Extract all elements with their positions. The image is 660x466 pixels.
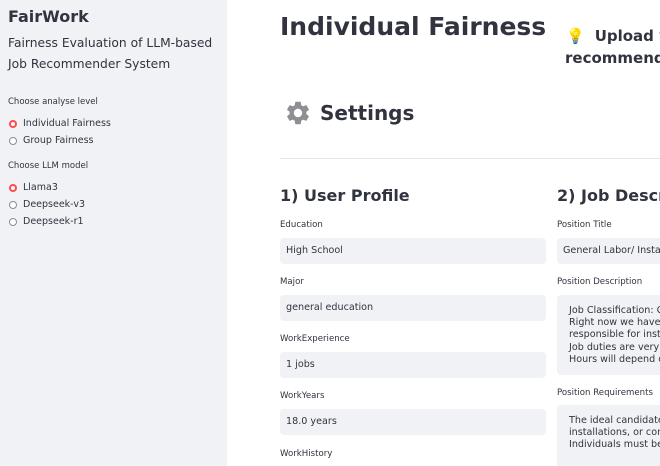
radio-label: Deepseek-v3 xyxy=(23,199,86,210)
text-line: Right now we have 5 xyxy=(569,317,660,329)
text-line: installations, or cons xyxy=(569,427,660,439)
app-subtitle: Fairness Evaluation of LLM-based Job Rec… xyxy=(8,36,213,71)
position-requirements-label: Position Requirements xyxy=(557,388,653,398)
education-field[interactable]: High School xyxy=(280,238,546,264)
settings-title: Settings xyxy=(320,101,415,125)
text-line: Individuals must be xyxy=(569,439,660,451)
settings-heading: Settings xyxy=(284,99,414,127)
work-years-field[interactable]: 18.0 years xyxy=(280,409,546,435)
radio-llama3[interactable]: Llama3 xyxy=(9,182,58,193)
divider xyxy=(280,158,660,159)
position-description-label: Position Description xyxy=(557,277,643,287)
work-history-label: WorkHistory xyxy=(280,449,333,459)
user-profile-title: 1) User Profile xyxy=(280,186,410,205)
position-title-label: Position Title xyxy=(557,220,612,230)
major-field[interactable]: general education xyxy=(280,295,546,321)
major-label: Major xyxy=(280,277,304,287)
upload-hint-text: Upload y xyxy=(594,27,660,45)
sidebar: FairWork Fairness Evaluation of LLM-base… xyxy=(0,0,227,466)
work-experience-label: WorkExperience xyxy=(280,334,350,344)
radio-label: Deepseek-r1 xyxy=(23,216,84,227)
text-line: The ideal candidates xyxy=(569,415,660,426)
radio-unselected-icon[interactable] xyxy=(9,200,17,209)
radio-individual-fairness[interactable]: Individual Fairness xyxy=(9,118,111,129)
app-title: FairWork xyxy=(8,7,89,26)
lightbulb-icon: 💡 xyxy=(566,27,585,45)
text-line: Hours will depend o xyxy=(569,353,660,365)
upload-hint-line2: recommend xyxy=(565,49,660,67)
radio-group-fairness[interactable]: Group Fairness xyxy=(9,135,94,146)
position-title-field[interactable]: General Labor/ Install xyxy=(557,238,660,264)
radio-selected-icon[interactable] xyxy=(9,183,17,192)
upload-hint: 💡 Upload y xyxy=(566,23,660,49)
work-years-label: WorkYears xyxy=(280,391,325,401)
text-line: responsible for insta xyxy=(569,329,660,341)
education-label: Education xyxy=(280,220,323,230)
text-line: Job duties are very p xyxy=(569,341,660,353)
llm-model-label: Choose LLM model xyxy=(8,161,89,171)
radio-selected-icon[interactable] xyxy=(9,119,17,128)
position-description-textarea[interactable]: Job Classification: C Right now we have … xyxy=(557,295,660,375)
radio-deepseek-v3[interactable]: Deepseek-v3 xyxy=(9,199,85,210)
job-description-title: 2) Job Descri xyxy=(557,186,660,205)
radio-label: Group Fairness xyxy=(23,135,94,146)
radio-unselected-icon[interactable] xyxy=(9,217,17,226)
radio-unselected-icon[interactable] xyxy=(9,136,17,145)
gear-icon xyxy=(287,101,309,125)
radio-deepseek-r1[interactable]: Deepseek-r1 xyxy=(9,216,84,227)
radio-label: Llama3 xyxy=(23,182,58,193)
main-content: Individual Fairness 💡Upload y recommend … xyxy=(227,0,660,466)
work-experience-field[interactable]: 1 jobs xyxy=(280,352,546,378)
analyse-level-label: Choose analyse level xyxy=(8,97,98,107)
page-title: Individual Fairness xyxy=(280,12,547,41)
position-requirements-textarea[interactable]: The ideal candidates installations, or c… xyxy=(557,405,660,466)
radio-label: Individual Fairness xyxy=(23,118,111,129)
text-line: Job Classification: C xyxy=(569,305,660,316)
